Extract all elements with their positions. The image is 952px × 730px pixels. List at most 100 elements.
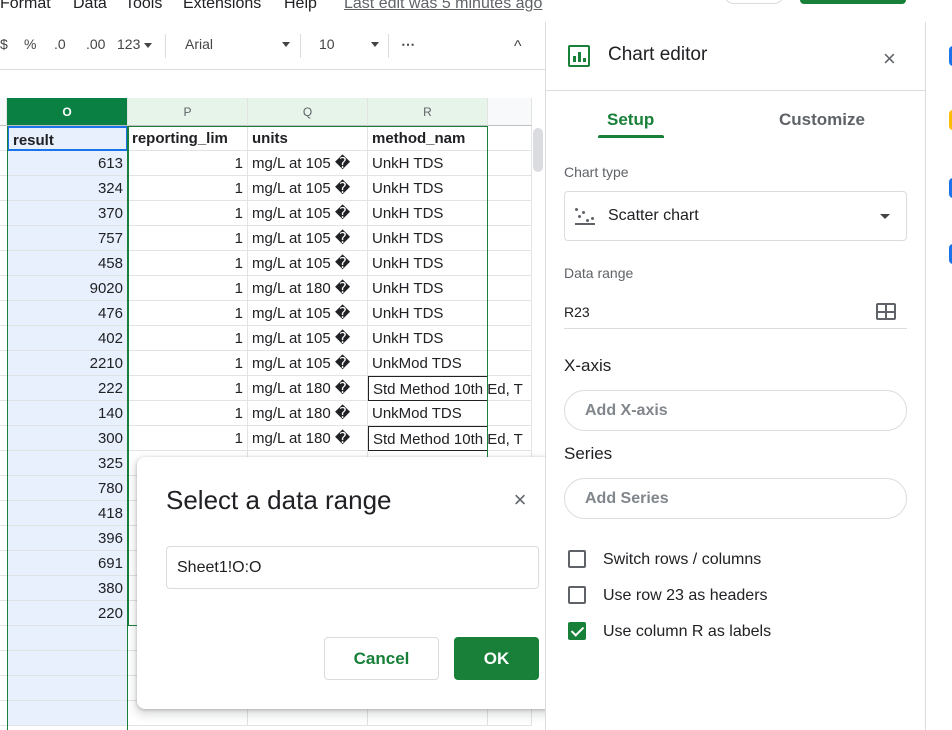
result-cell[interactable]: 2210 xyxy=(7,351,128,376)
switch-rows-columns-checkbox[interactable] xyxy=(568,550,586,568)
method-name-cell[interactable]: UnkH TDS xyxy=(368,151,488,176)
column-header-s[interactable] xyxy=(488,98,532,126)
result-cell[interactable]: 402 xyxy=(7,326,128,351)
reporting-limit-cell[interactable]: 1 xyxy=(128,376,248,401)
column-header-p[interactable]: P xyxy=(128,98,248,126)
increase-decimal-button[interactable]: .00 xyxy=(86,36,105,52)
menu-tools[interactable]: Tools xyxy=(125,0,162,13)
use-row-headers-checkbox[interactable] xyxy=(568,586,586,604)
font-size-select[interactable]: 10 xyxy=(319,36,379,52)
result-cell[interactable]: 458 xyxy=(7,251,128,276)
menu-extensions[interactable]: Extensions xyxy=(183,0,261,13)
data-range-value[interactable]: R23 xyxy=(564,304,590,320)
method-name-header[interactable]: method_nam xyxy=(368,126,488,151)
result-cell[interactable] xyxy=(7,676,128,701)
reporting-limit-cell[interactable]: 1 xyxy=(128,301,248,326)
add-series-button[interactable]: Add Series xyxy=(564,478,907,519)
cell-s-header[interactable] xyxy=(488,126,532,151)
tab-setup[interactable]: Setup xyxy=(607,110,654,130)
result-cell[interactable] xyxy=(7,651,128,676)
cell-s[interactable] xyxy=(488,301,532,326)
result-cell[interactable]: 757 xyxy=(7,226,128,251)
units-cell[interactable]: mg/L at 105 � xyxy=(248,226,368,251)
result-cell[interactable]: 780 xyxy=(7,476,128,501)
method-name-cell[interactable]: UnkH TDS xyxy=(368,251,488,276)
cell-s[interactable] xyxy=(488,426,532,451)
result-cell[interactable] xyxy=(7,701,128,726)
chart-type-select[interactable]: Scatter chart xyxy=(564,191,907,241)
result-cell[interactable]: 220 xyxy=(7,601,128,626)
data-range-input[interactable] xyxy=(166,546,539,589)
reporting-limit-cell[interactable]: 1 xyxy=(128,401,248,426)
currency-format-button[interactable]: $ xyxy=(0,36,8,52)
cell-s[interactable] xyxy=(488,401,532,426)
units-cell[interactable]: mg/L at 180 � xyxy=(248,426,368,451)
tab-customize[interactable]: Customize xyxy=(779,110,865,130)
units-cell[interactable]: mg/L at 105 � xyxy=(248,326,368,351)
column-header-partial[interactable] xyxy=(0,98,7,126)
use-column-labels-checkbox[interactable] xyxy=(568,622,586,640)
cell-s[interactable] xyxy=(488,251,532,276)
reporting-limit-cell[interactable]: 1 xyxy=(128,201,248,226)
result-cell[interactable]: 396 xyxy=(7,526,128,551)
result-cell[interactable]: 370 xyxy=(7,201,128,226)
menu-help[interactable]: Help xyxy=(284,0,317,13)
method-name-cell[interactable]: Std Method 10th Ed, T xyxy=(368,426,523,451)
method-name-cell[interactable]: UnkH TDS xyxy=(368,276,488,301)
reporting-limit-cell[interactable]: 1 xyxy=(128,326,248,351)
method-name-cell[interactable]: UnkH TDS xyxy=(368,326,488,351)
reporting-limit-cell[interactable]: 1 xyxy=(128,426,248,451)
add-x-axis-button[interactable]: Add X-axis xyxy=(564,390,907,431)
method-name-cell[interactable]: UnkH TDS xyxy=(368,176,488,201)
cell-s[interactable] xyxy=(488,151,532,176)
method-name-cell[interactable]: UnkH TDS xyxy=(368,226,488,251)
select-range-grid-icon[interactable] xyxy=(876,303,896,320)
column-header-q[interactable]: Q xyxy=(248,98,368,126)
last-edit-link[interactable]: Last edit was 5 minutes ago xyxy=(344,0,542,13)
result-cell[interactable]: 476 xyxy=(7,301,128,326)
cell-s[interactable] xyxy=(488,226,532,251)
result-cell[interactable]: 140 xyxy=(7,401,128,426)
result-cell[interactable]: 300 xyxy=(7,426,128,451)
vertical-scrollbar[interactable] xyxy=(533,128,543,172)
more-formats-button[interactable]: 123 xyxy=(117,36,153,52)
reporting-limit-cell[interactable]: 1 xyxy=(128,276,248,301)
reporting-limit-cell[interactable]: 1 xyxy=(128,251,248,276)
comment-history-button[interactable] xyxy=(724,0,784,4)
units-cell[interactable]: mg/L at 105 � xyxy=(248,176,368,201)
method-name-cell[interactable]: UnkH TDS xyxy=(368,201,488,226)
units-cell[interactable]: mg/L at 105 � xyxy=(248,151,368,176)
ok-button[interactable]: OK xyxy=(454,637,539,680)
reporting-limit-cell[interactable]: 1 xyxy=(128,176,248,201)
units-cell[interactable]: mg/L at 105 � xyxy=(248,201,368,226)
result-cell[interactable]: 9020 xyxy=(7,276,128,301)
cell-s[interactable] xyxy=(488,351,532,376)
reporting-limit-cell[interactable]: 1 xyxy=(128,226,248,251)
close-icon[interactable]: × xyxy=(509,489,531,511)
method-name-cell[interactable]: UnkH TDS xyxy=(368,301,488,326)
font-family-select[interactable]: Arial xyxy=(185,36,290,52)
share-button[interactable] xyxy=(800,0,906,4)
cell-s[interactable] xyxy=(488,276,532,301)
result-cell[interactable]: 418 xyxy=(7,501,128,526)
result-cell[interactable]: 691 xyxy=(7,551,128,576)
collapse-toolbar-icon[interactable]: ^ xyxy=(514,38,522,56)
column-header-r[interactable]: R xyxy=(368,98,488,126)
result-header[interactable]: result xyxy=(7,126,128,151)
result-cell[interactable]: 325 xyxy=(7,451,128,476)
units-cell[interactable]: mg/L at 105 � xyxy=(248,301,368,326)
column-header-o[interactable]: O xyxy=(7,98,128,126)
cancel-button[interactable]: Cancel xyxy=(324,637,439,680)
units-cell[interactable]: mg/L at 105 � xyxy=(248,351,368,376)
cell-s[interactable] xyxy=(488,326,532,351)
units-cell[interactable]: mg/L at 180 � xyxy=(248,376,368,401)
result-cell[interactable] xyxy=(7,626,128,651)
menu-format[interactable]: Format xyxy=(0,0,51,13)
menu-data[interactable]: Data xyxy=(73,0,107,13)
reporting-limit-cell[interactable]: 1 xyxy=(128,151,248,176)
method-name-cell[interactable]: UnkMod TDS xyxy=(368,351,488,376)
units-cell[interactable]: mg/L at 105 � xyxy=(248,251,368,276)
result-cell[interactable]: 613 xyxy=(7,151,128,176)
reporting-limit-header[interactable]: reporting_lim xyxy=(128,126,248,151)
close-icon[interactable]: × xyxy=(883,46,896,72)
